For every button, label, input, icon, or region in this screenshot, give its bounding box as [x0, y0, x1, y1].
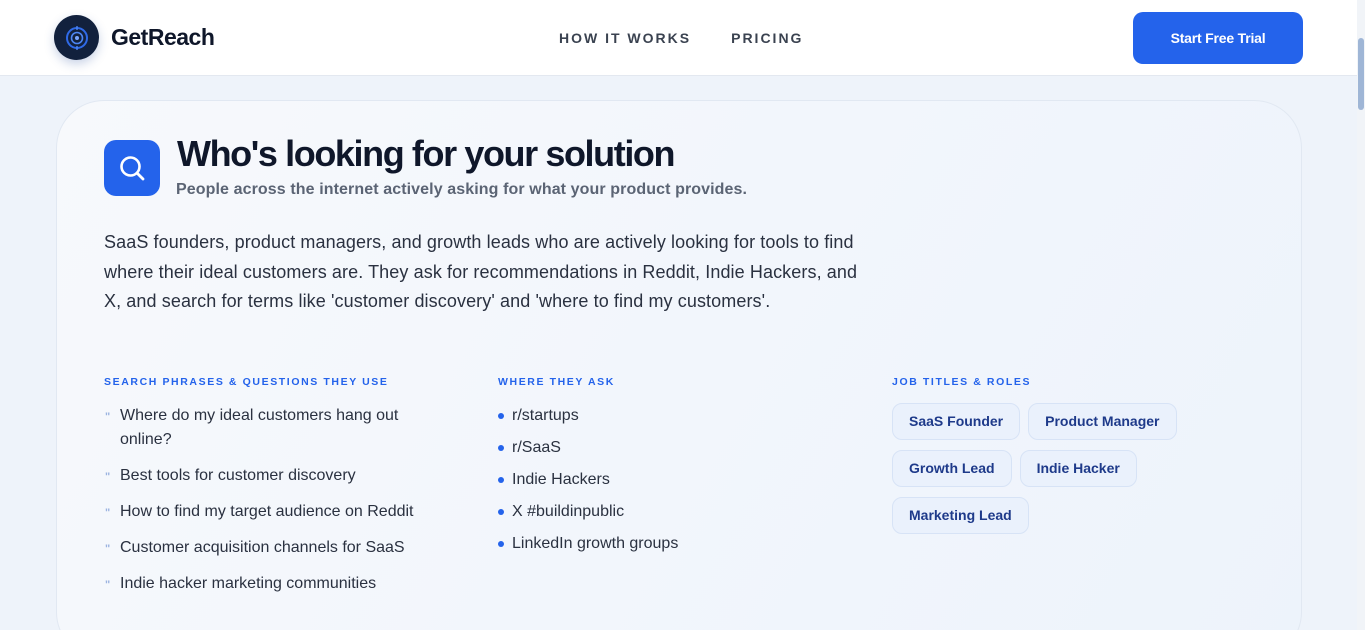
where-they-ask-column: WHERE THEY ASK r/startups r/SaaS Indie H… [498, 376, 828, 564]
role-tags: SaaS Founder Product Manager Growth Lead… [892, 403, 1192, 534]
list-item: " Indie hacker marketing communities [104, 572, 454, 596]
job-titles-column: JOB TITLES & ROLES SaaS Founder Product … [892, 376, 1222, 534]
list-item: " Where do my ideal customers hang out on… [104, 404, 454, 452]
phrase-text: Indie hacker marketing communities [120, 575, 377, 592]
community-text: X #buildinpublic [512, 503, 625, 520]
list-item: LinkedIn growth groups [498, 532, 828, 556]
role-tag: SaaS Founder [892, 403, 1021, 440]
quote-icon: " [105, 507, 111, 519]
list-item: " Customer acquisition channels for SaaS [104, 536, 454, 560]
dot-icon [498, 541, 504, 547]
phrase-text: How to find my target audience on Reddit [120, 503, 414, 520]
search-phrases-list: " Where do my ideal customers hang out on… [104, 404, 454, 596]
list-item: " Best tools for customer discovery [104, 464, 454, 488]
job-titles-heading: JOB TITLES & ROLES [892, 376, 1032, 388]
list-item: r/SaaS [498, 436, 828, 460]
role-tag: Indie Hacker [1019, 450, 1137, 487]
search-phrases-heading: SEARCH PHRASES & QUESTIONS THEY USE [104, 376, 389, 388]
community-text: r/SaaS [512, 439, 561, 456]
list-item: X #buildinpublic [498, 500, 828, 524]
community-text: r/startups [512, 407, 579, 424]
brand-logo-link[interactable]: GetReach [54, 15, 215, 60]
dot-icon [498, 509, 504, 515]
main-nav: HOW IT WORKS PRICING [559, 30, 803, 46]
quote-icon: " [105, 471, 111, 483]
dot-icon [498, 477, 504, 483]
audience-description: SaaS founders, product managers, and gro… [104, 232, 858, 311]
list-item: r/startups [498, 404, 828, 428]
quote-icon: " [105, 411, 111, 423]
quote-icon: " [105, 543, 111, 555]
target-icon [54, 15, 99, 60]
community-text: LinkedIn growth groups [512, 535, 679, 552]
start-free-trial-button[interactable]: Start Free Trial [1133, 12, 1303, 64]
phrase-text: Customer acquisition channels for SaaS [120, 539, 405, 556]
dot-icon [498, 413, 504, 419]
dot-icon [498, 445, 504, 451]
where-they-ask-list: r/startups r/SaaS Indie Hackers X #build… [498, 404, 828, 556]
where-they-ask-heading: WHERE THEY ASK [498, 376, 615, 388]
list-item: " How to find my target audience on Reddi… [104, 500, 454, 524]
list-item: Indie Hackers [498, 468, 828, 492]
scrollbar-thumb[interactable] [1358, 38, 1364, 110]
search-phrases-column: SEARCH PHRASES & QUESTIONS THEY USE " Whe… [104, 376, 454, 608]
phrase-text: Where do my ideal customers hang out onl… [120, 407, 399, 448]
quote-icon: " [105, 579, 111, 591]
search-icon [104, 140, 160, 196]
nav-pricing[interactable]: PRICING [731, 30, 803, 46]
brand-name: GetReach [111, 24, 215, 50]
role-tag: Product Manager [1028, 403, 1177, 440]
role-tag: Marketing Lead [892, 497, 1029, 534]
role-tag: Growth Lead [892, 450, 1012, 487]
top-navbar: GetReach HOW IT WORKS PRICING Start Free… [0, 0, 1357, 76]
community-text: Indie Hackers [512, 471, 610, 488]
section-title: Who's looking for your solution [177, 133, 676, 174]
phrase-text: Best tools for customer discovery [120, 467, 356, 484]
nav-how-it-works[interactable]: HOW IT WORKS [559, 30, 691, 46]
section-subtitle: People across the internet actively aski… [176, 181, 748, 198]
